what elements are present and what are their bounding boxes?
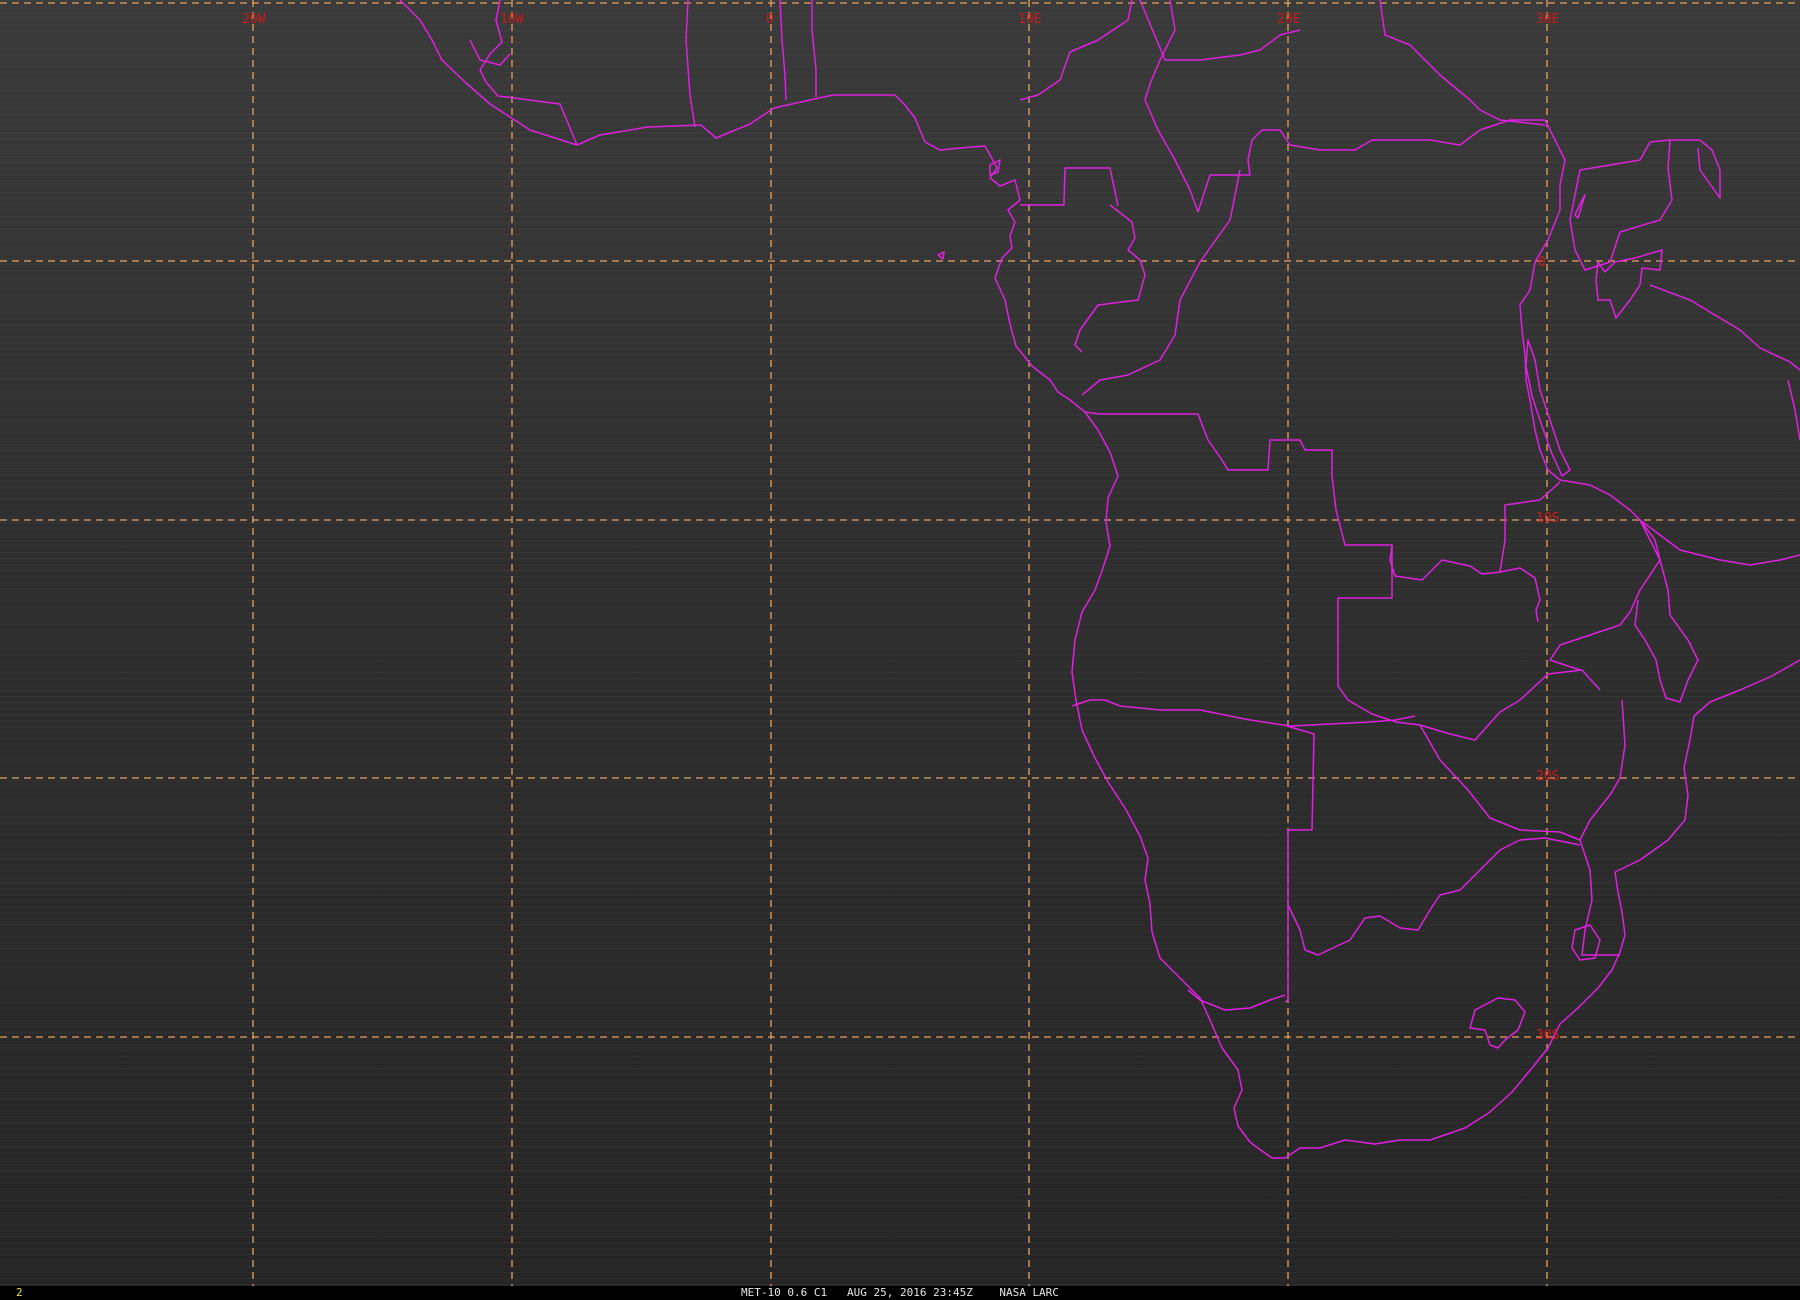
lon-label-10e: 10E [1018,12,1041,27]
border-zambia-mozambique [1549,624,1621,671]
border-uganda [1569,139,1673,271]
coastline-southwest-africa [1071,411,1256,1147]
border-zambia-zimbabwe [1419,669,1601,741]
border-tanzania-mozambique [1639,519,1800,566]
border-angola-zambia [1337,545,1421,726]
border-car-south [1197,119,1545,213]
lat-label-10s: 10S [1536,511,1559,526]
lat-label-0: 0 [1538,255,1546,270]
border-kenya-tanzania [1649,284,1800,371]
island-sao-tome [937,251,945,260]
border-angola-north [1084,411,1541,623]
border-lake-victoria [1595,249,1663,319]
border-sierra-leone [469,39,511,66]
island-bioko [989,159,1001,176]
border-east-coast-islands [1787,379,1800,441]
border-namibia-botswana [1284,725,1315,1003]
border-lake-albert [1574,194,1586,219]
image-caption: MET-10 0.6 C1 AUG 25, 2016 23:45Z NASA L… [741,1286,1059,1299]
border-botswana-south [1287,837,1581,956]
border-malawi [1634,519,1699,703]
border-namibia-southafrica [1187,989,1286,1011]
border-tanzania-zambia [1559,479,1661,626]
border-congo-drc [1081,169,1241,396]
border-lesotho [1469,997,1526,1049]
border-gabon-congo [1074,204,1146,353]
lon-label-10w: 10W [500,12,524,27]
border-togo-benin [811,0,817,97]
border-ghana-togo [779,0,787,101]
border-angola-namibia [1071,699,1416,727]
country-borders [399,0,1800,1159]
lat-lon-grid [0,0,1800,1286]
lat-label-30s: 30S [1536,1028,1559,1043]
border-kenya-north [1670,139,1721,199]
border-zambia-north [1499,481,1561,573]
lon-label-30e: 30E [1536,12,1559,27]
border-mozambique-sa [1579,839,1620,956]
border-liberia-cotedivoire [479,0,578,146]
lon-label-20e: 20E [1277,12,1300,27]
border-ghana-west [685,0,696,128]
border-eq-guinea-gabon [1020,167,1119,207]
satellite-image-viewer[interactable]: 20W 10W 0 10E 20E 30E 0 10S 20S 30S [0,0,1800,1286]
lon-label-0: 0 [766,12,774,27]
border-sudan-southsudan [1379,0,1546,126]
lon-label-20w: 20W [242,12,266,27]
coastline-east-africa [1614,659,1800,873]
lat-label-20s: 20S [1536,769,1559,784]
grid-labels: 20W 10W 0 10E 20E 30E 0 10S 20S 30S [242,12,1559,1043]
status-bar: 2 MET-10 0.6 C1 AUG 25, 2016 23:45Z NASA… [0,1286,1800,1300]
border-zimbabwe [1419,699,1626,841]
border-lake-tanganyika [1525,339,1571,477]
map-overlay: 20W 10W 0 10E 20E 30E 0 10S 20S 30S [0,0,1800,1286]
coastline-south-africa [1254,871,1626,1159]
